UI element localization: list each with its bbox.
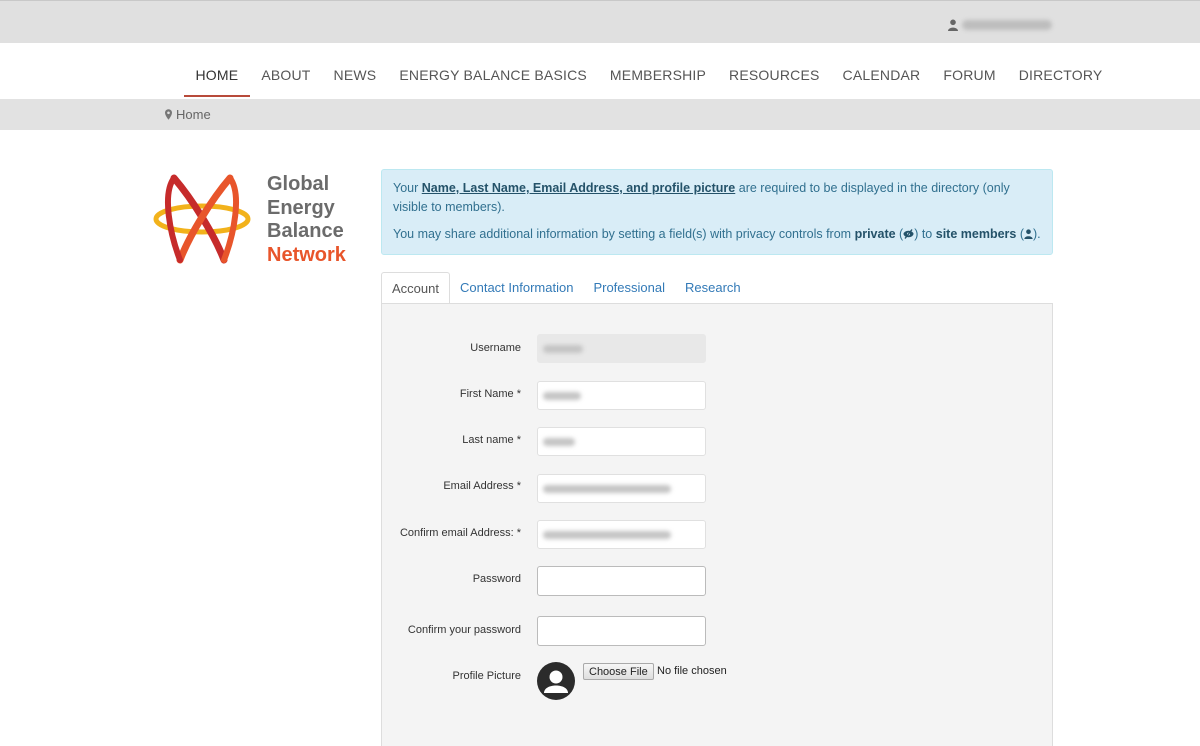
first-name-field[interactable] — [537, 381, 706, 410]
logo-line-3: Balance — [267, 220, 344, 242]
profile-tabs: Account Contact Information Professional… — [381, 272, 751, 304]
tab-research[interactable]: Research — [675, 272, 751, 304]
confirm-password-field[interactable] — [537, 616, 706, 646]
last-name-field[interactable] — [537, 427, 706, 456]
notice-paragraph-2: You may share additional information by … — [393, 227, 1041, 241]
nav-item-directory[interactable]: DIRECTORY — [1007, 43, 1114, 95]
notice-paragraph-1: Your Name, Last Name, Email Address, and… — [393, 179, 1041, 217]
confirm-password-label: Confirm your password — [407, 624, 521, 636]
required-fields-link[interactable]: Name, Last Name, Email Address, and prof… — [422, 181, 736, 195]
map-marker-icon — [165, 109, 172, 120]
site-logo[interactable]: Global Energy Balance Network — [152, 170, 362, 270]
nav-item-membership[interactable]: MEMBERSHIP — [598, 43, 717, 95]
notice-p2-mid: ) to — [914, 227, 936, 241]
tab-account[interactable]: Account — [381, 272, 450, 304]
last-name-value-blurred — [543, 438, 575, 446]
confirm-email-value-blurred — [543, 531, 671, 539]
user-icon — [948, 19, 958, 31]
eye-slash-icon — [903, 229, 914, 239]
nav-item-calendar[interactable]: CALENDAR — [831, 43, 932, 95]
breadcrumb-home[interactable]: Home — [176, 107, 211, 122]
email-field[interactable] — [537, 474, 706, 503]
user-icon — [1024, 229, 1033, 239]
nav-list: HOME ABOUT NEWS ENERGY BALANCE BASICS ME… — [184, 43, 1114, 97]
notice-site-members-label: site members — [935, 227, 1017, 241]
notice-p1-prefix: Your — [393, 181, 422, 195]
top-bar — [0, 0, 1200, 43]
password-field[interactable] — [537, 566, 706, 596]
nav-item-energy-balance-basics[interactable]: ENERGY BALANCE BASICS — [388, 43, 599, 95]
nav-item-forum[interactable]: FORUM — [932, 43, 1007, 95]
nav-item-home[interactable]: HOME — [184, 43, 250, 97]
notice-p2-end: ). — [1033, 227, 1041, 241]
notice-private-label: private — [854, 227, 896, 241]
file-status-text: No file chosen — [657, 665, 727, 677]
nav-item-news[interactable]: NEWS — [322, 43, 388, 95]
info-notice: Your Name, Last Name, Email Address, and… — [381, 169, 1053, 255]
first-name-value-blurred — [543, 392, 581, 400]
main-navigation: HOME ABOUT NEWS ENERGY BALANCE BASICS ME… — [0, 43, 1200, 99]
logo-line-2: Energy — [267, 196, 335, 219]
choose-file-button[interactable]: Choose File — [583, 663, 654, 680]
profile-picture-label: Profile Picture — [452, 670, 521, 682]
nav-item-resources[interactable]: RESOURCES — [718, 43, 831, 95]
logo-mark-icon — [153, 174, 251, 264]
first-name-label: First Name * — [459, 388, 521, 400]
user-menu[interactable] — [948, 19, 1052, 31]
logo-wordmark: Global Energy Balance Network — [267, 173, 346, 267]
email-value-blurred — [543, 485, 671, 493]
tab-professional[interactable]: Professional — [583, 272, 675, 304]
username-field — [537, 334, 706, 363]
tab-contact-information[interactable]: Contact Information — [450, 272, 583, 304]
email-label: Email Address * — [443, 480, 521, 492]
logo-line-4: Network — [267, 243, 346, 266]
username-value-blurred — [543, 345, 583, 353]
breadcrumb: Home — [165, 107, 211, 122]
account-form-panel: Username First Name * Last name * Email … — [381, 303, 1053, 746]
confirm-email-label: Confirm email Address: * — [399, 527, 521, 539]
avatar-placeholder-icon — [537, 662, 575, 700]
username-label: Username — [470, 342, 521, 354]
breadcrumb-bar: Home — [0, 99, 1200, 130]
username-blurred[interactable] — [962, 20, 1052, 30]
notice-p2-prefix: You may share additional information by … — [393, 227, 855, 241]
password-label: Password — [472, 573, 521, 585]
confirm-email-field[interactable] — [537, 520, 706, 549]
last-name-label: Last name * — [462, 434, 521, 446]
logo-line-1: Global — [267, 173, 330, 195]
nav-item-about[interactable]: ABOUT — [250, 43, 322, 95]
